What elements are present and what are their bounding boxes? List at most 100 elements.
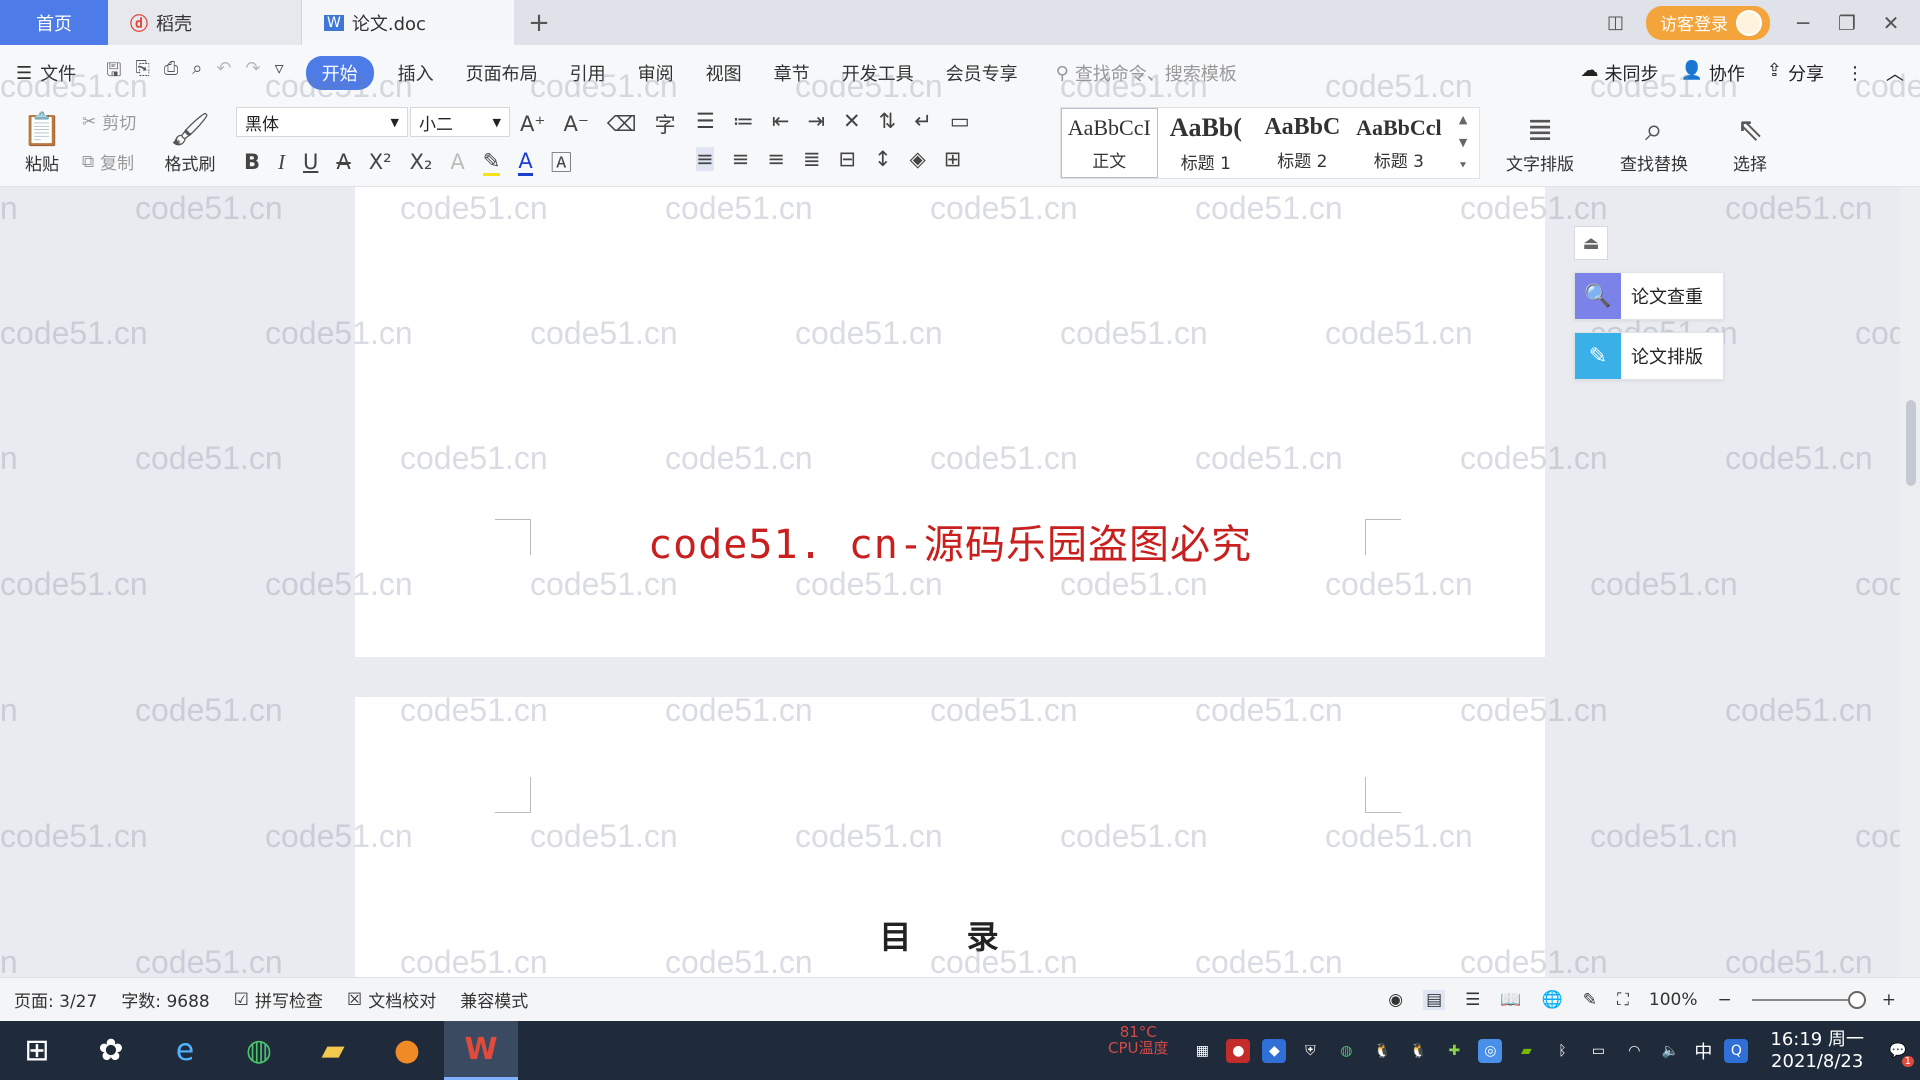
style-normal[interactable]: AaBbCcI 正文 bbox=[1061, 108, 1158, 178]
print-icon[interactable]: ⎙ bbox=[164, 58, 178, 88]
sync-button[interactable]: ☁ 未同步 bbox=[1580, 60, 1658, 86]
qq-pinyin-icon[interactable]: Q bbox=[1724, 1038, 1749, 1063]
customize-dropdown-icon[interactable]: ▿ bbox=[275, 58, 284, 88]
menu-member[interactable]: 会员专享 bbox=[930, 60, 1034, 86]
chinese-layout-icon[interactable]: ✕ bbox=[843, 109, 861, 133]
zoom-level[interactable]: 100% bbox=[1649, 990, 1698, 1010]
command-search[interactable]: ⚲ 查找命令、搜索模板 bbox=[1034, 60, 1237, 86]
file-explorer-icon[interactable]: ▰ bbox=[296, 1021, 370, 1080]
new-tab-button[interactable]: + bbox=[514, 0, 564, 45]
distributed-icon[interactable]: ⊟ bbox=[838, 147, 856, 171]
outline-view-icon[interactable]: ☰ bbox=[1465, 990, 1480, 1010]
copy-button[interactable]: ⧉ 复制 bbox=[82, 149, 134, 175]
bold-icon[interactable]: B bbox=[244, 150, 260, 174]
tray-network-app-icon[interactable]: ◆ bbox=[1262, 1038, 1287, 1063]
windows-start-icon[interactable]: ⊞ bbox=[0, 1021, 74, 1080]
text-layout-button[interactable]: ≣ 文字排版 bbox=[1494, 107, 1586, 179]
menu-section[interactable]: 章节 bbox=[758, 60, 826, 86]
redo-icon[interactable]: ↷ bbox=[245, 58, 260, 88]
bullet-list-icon[interactable]: ☰ bbox=[696, 109, 715, 133]
clock[interactable]: 16:19 周一 2021/8/23 bbox=[1760, 1029, 1874, 1073]
restore-icon[interactable]: ❐ bbox=[1836, 11, 1858, 35]
nvidia-icon[interactable]: ▰ bbox=[1514, 1039, 1538, 1063]
grow-font-icon[interactable]: A⁺ bbox=[520, 112, 545, 136]
close-icon[interactable]: ✕ bbox=[1880, 11, 1902, 35]
battery-icon[interactable]: ▭ bbox=[1586, 1039, 1610, 1063]
proofread-button[interactable]: ☒ 文档校对 bbox=[333, 987, 446, 1013]
underline-icon[interactable]: U bbox=[303, 150, 318, 174]
numbered-list-icon[interactable]: ≔ bbox=[733, 109, 754, 133]
scrollbar-thumb[interactable] bbox=[1906, 400, 1916, 486]
menu-review[interactable]: 审阅 bbox=[622, 60, 690, 86]
print-preview-icon[interactable]: ⌕ bbox=[192, 58, 202, 88]
document-page[interactable]: 目 录 bbox=[355, 697, 1545, 977]
increase-indent-icon[interactable]: ⇥ bbox=[807, 109, 825, 133]
eye-protect-icon[interactable]: ◉ bbox=[1388, 990, 1403, 1010]
tray-plus-icon[interactable]: ✚ bbox=[1442, 1039, 1466, 1063]
superscript-icon[interactable]: X² bbox=[369, 150, 392, 174]
browser-green-icon[interactable]: ◍ bbox=[222, 1021, 296, 1080]
zoom-slider-knob[interactable] bbox=[1847, 990, 1866, 1009]
style-heading-2[interactable]: AaBbC 标题 2 bbox=[1254, 108, 1351, 178]
select-button[interactable]: ⇖ 选择 bbox=[1718, 107, 1782, 179]
styles-scroll[interactable]: ▲ ▼ ⯆ bbox=[1447, 108, 1479, 178]
tab-daoke[interactable]: ⓓ 稻壳 bbox=[108, 0, 302, 45]
layout-switch-icon[interactable]: ◫ bbox=[1607, 12, 1624, 33]
thesis-check-button[interactable]: 🔍 论文查重 bbox=[1574, 272, 1724, 320]
cut-button[interactable]: ✂ 剪切 bbox=[82, 109, 136, 135]
share-button[interactable]: ⇪ 分享 bbox=[1767, 60, 1824, 86]
notification-icon[interactable]: 💬 1 bbox=[1886, 1039, 1914, 1067]
text-effect-icon[interactable]: A bbox=[450, 150, 464, 174]
document-page[interactable]: code51. cn-源码乐园盗图必究 bbox=[355, 187, 1545, 657]
vertical-scrollbar[interactable] bbox=[1900, 187, 1920, 977]
zoom-slider[interactable] bbox=[1751, 990, 1866, 1009]
page-indicator[interactable]: 页面: 3/27 bbox=[0, 987, 107, 1012]
phonetic-guide-icon[interactable]: 字 bbox=[655, 109, 676, 139]
ie-browser-icon[interactable]: e bbox=[148, 1021, 222, 1080]
menu-references[interactable]: 引用 bbox=[554, 60, 622, 86]
shading-icon[interactable]: ◈ bbox=[910, 147, 926, 171]
wps-writer-icon[interactable]: W bbox=[444, 1021, 518, 1080]
zoom-out-icon[interactable]: − bbox=[1718, 990, 1732, 1010]
collapse-panel-button[interactable]: ⏏ bbox=[1574, 226, 1608, 260]
shrink-font-icon[interactable]: A⁻ bbox=[563, 112, 588, 136]
char-border-icon[interactable]: 🄰 bbox=[551, 147, 572, 177]
fit-page-icon[interactable]: ⛶ bbox=[1617, 990, 1629, 1010]
wifi-icon[interactable]: ◠ bbox=[1622, 1039, 1646, 1063]
subscript-icon[interactable]: X₂ bbox=[410, 150, 433, 174]
word-count[interactable]: 字数: 9688 bbox=[107, 987, 219, 1012]
justify-icon[interactable]: ≣ bbox=[803, 147, 821, 171]
menu-page-layout[interactable]: 页面布局 bbox=[450, 60, 554, 86]
guest-login-button[interactable]: 访客登录 bbox=[1646, 5, 1770, 40]
decrease-indent-icon[interactable]: ⇤ bbox=[772, 109, 790, 133]
font-name-select[interactable]: 黑体 ▼ bbox=[236, 107, 408, 137]
style-heading-1[interactable]: AaBb( 标题 1 bbox=[1158, 108, 1255, 178]
align-right-icon[interactable]: ≡ bbox=[767, 147, 785, 171]
volume-icon[interactable]: 🔈 bbox=[1658, 1039, 1682, 1063]
more-icon[interactable]: ⋮ bbox=[1846, 63, 1864, 84]
align-center-icon[interactable]: ≡ bbox=[732, 147, 750, 171]
tray-blue-icon[interactable]: ◎ bbox=[1478, 1038, 1503, 1063]
font-size-select[interactable]: 小二 ▼ bbox=[410, 107, 510, 137]
output-icon[interactable]: ⎘ bbox=[135, 58, 149, 88]
penguin-icon[interactable]: 🐧 bbox=[1406, 1039, 1430, 1063]
highlight-icon[interactable]: ✎ bbox=[482, 149, 501, 176]
tab-home[interactable]: 首页 bbox=[0, 0, 108, 45]
line-spacing-icon[interactable]: ↕ bbox=[874, 147, 892, 171]
cpu-monitor-icon[interactable]: ▦ bbox=[1190, 1039, 1214, 1063]
zoom-in-icon[interactable]: + bbox=[1882, 990, 1896, 1010]
save-icon[interactable]: 🖫 bbox=[106, 58, 121, 88]
format-painter-button[interactable]: 🖌 格式刷 bbox=[160, 107, 220, 179]
read-view-icon[interactable]: 📖 bbox=[1500, 990, 1521, 1010]
collapse-ribbon-icon[interactable]: ︿ bbox=[1886, 60, 1904, 86]
font-color-icon[interactable]: A bbox=[518, 149, 533, 176]
minimize-icon[interactable]: ─ bbox=[1792, 11, 1814, 35]
clear-format-icon[interactable]: ⌫ bbox=[607, 112, 637, 136]
thesis-layout-button[interactable]: ✎ 论文排版 bbox=[1574, 332, 1724, 380]
undo-icon[interactable]: ↶ bbox=[216, 58, 231, 88]
borders-icon[interactable]: ⊞ bbox=[944, 147, 962, 171]
file-menu[interactable]: ☰ 文件 bbox=[0, 60, 92, 86]
tab-document[interactable]: W 论文.doc bbox=[302, 0, 514, 45]
game-app-icon[interactable]: ● bbox=[370, 1021, 444, 1080]
tray-green-icon[interactable]: ◍ bbox=[1334, 1039, 1358, 1063]
